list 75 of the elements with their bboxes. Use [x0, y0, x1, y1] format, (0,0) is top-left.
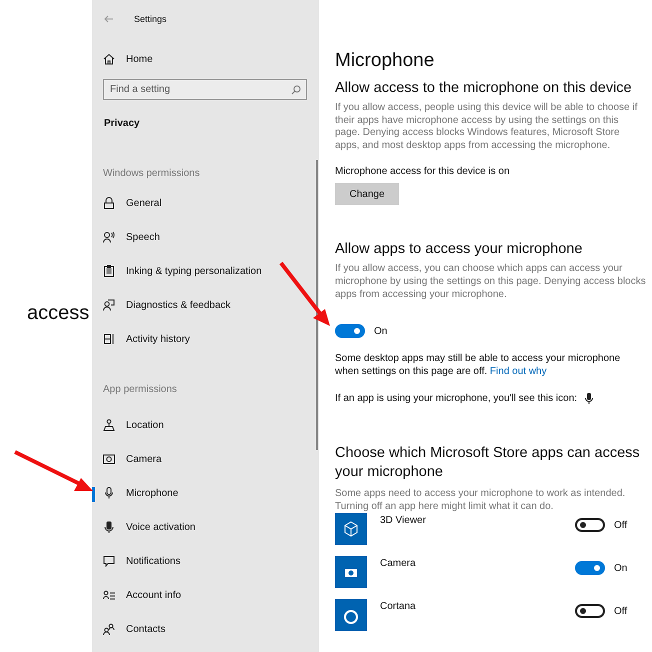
toggle-label: Off	[614, 606, 628, 617]
nav-label: Activity history	[126, 334, 190, 344]
section-description: If you allow access, people using this device will be able to choose if their apps have microphone access by using the settings on this page. Denying access blocks Windows features, Microsoft Store apps, and most desktop apps from accessing the microphone.	[335, 102, 638, 152]
annotation-arrow	[279, 262, 330, 326]
toggle-switch[interactable]	[335, 324, 365, 338]
toggle-switch[interactable]	[575, 561, 605, 576]
nav-item[interactable]: Diagnostics & feedback	[92, 288, 319, 322]
nav-item[interactable]: Camera	[92, 442, 319, 476]
section-heading: Allow apps to access your microphone	[335, 241, 584, 258]
app-name: 3D Viewer	[379, 515, 427, 526]
speech-icon	[103, 231, 115, 243]
nav-label: Diagnostics & feedback	[126, 300, 231, 310]
app-name: Camera	[379, 558, 417, 570]
clipboard-icon	[103, 265, 115, 277]
nav-label: Location	[126, 420, 164, 430]
group-heading: Windows permissions	[102, 168, 201, 181]
account-icon	[103, 589, 115, 601]
app-tile-camera-icon	[335, 556, 367, 588]
window-title: Settings	[134, 14, 167, 24]
microphone-icon	[585, 393, 594, 404]
nav-item[interactable]: Inking & typing personalization	[92, 254, 319, 288]
nav-label: Account info	[126, 590, 182, 600]
search-field[interactable]: Find a setting	[103, 79, 307, 100]
microphone-icon	[103, 487, 115, 499]
section-heading: Allow access to the microphone on this device	[335, 80, 633, 96]
toggle-switch[interactable]	[575, 518, 605, 532]
nav-label: Voice activation	[126, 522, 196, 532]
icon-note: If an app is using your microphone, you'll see this icon:	[335, 393, 578, 404]
nav-item[interactable]: Contacts	[92, 612, 319, 646]
nav-item[interactable]: Speech	[92, 220, 319, 254]
section-description: If you allow access, you can choose which apps can access your microphone by using the settings on this page. Denying access blocks apps from accessing your microphone.	[335, 263, 646, 302]
feedback-icon	[103, 299, 115, 311]
notification-icon	[103, 555, 115, 567]
nav-label: Inking & typing personalization	[126, 266, 262, 276]
category-label: Privacy	[103, 118, 141, 131]
scrollbar[interactable]	[316, 160, 318, 450]
change-button[interactable]: Change	[335, 183, 399, 206]
camera-icon	[103, 453, 115, 465]
location-icon	[103, 419, 115, 431]
home-item[interactable]: Home	[92, 41, 319, 77]
toggle-label: On	[374, 326, 388, 337]
nav-item[interactable]: Account info	[92, 578, 319, 612]
note-text: Some desktop apps may still be able to access your microphone when settings on this page are off. Find out why	[335, 352, 622, 378]
status-text: Microphone access for this device is on	[335, 166, 511, 178]
nav-label: Camera	[126, 454, 162, 464]
nav-item[interactable]: Location	[92, 408, 319, 442]
page-title: Microphone	[335, 50, 436, 72]
nav-item[interactable]: Voice activation	[92, 510, 319, 544]
home-icon	[103, 53, 115, 65]
toggle-switch[interactable]	[575, 604, 605, 618]
voice-icon	[103, 521, 115, 533]
back-icon[interactable]	[104, 15, 114, 23]
section-description: Some apps need to access your microphone to work as intended. Turning off an app here might limit what it can do.	[335, 488, 626, 514]
section-heading: Choose which Microsoft Store apps can access your microphone	[335, 444, 641, 482]
lock-icon	[103, 197, 115, 209]
nav-item[interactable]: Notifications	[92, 544, 319, 578]
toggle-label: On	[614, 562, 628, 574]
nav-item[interactable]: Activity history	[92, 322, 319, 356]
find-out-why-link[interactable]: Find out why	[490, 366, 547, 378]
nav-label: Contacts	[126, 624, 166, 634]
nav-label: Microphone	[126, 488, 178, 498]
app-tile-cube-icon	[335, 513, 367, 546]
nav-label: Speech	[126, 232, 160, 242]
app-name: Cortana	[379, 601, 417, 612]
slide-text: access	[27, 302, 90, 325]
timeline-icon	[103, 333, 115, 345]
search-icon	[291, 84, 301, 94]
nav-item[interactable]: Microphone	[92, 476, 319, 510]
group-heading: App permissions	[102, 384, 178, 397]
home-label: Home	[126, 54, 153, 64]
nav-label: General	[126, 198, 162, 208]
nav-label: Notifications	[126, 556, 180, 566]
contacts-icon	[103, 623, 115, 635]
nav-item[interactable]: General	[92, 186, 319, 220]
toggle-label: Off	[614, 520, 628, 531]
